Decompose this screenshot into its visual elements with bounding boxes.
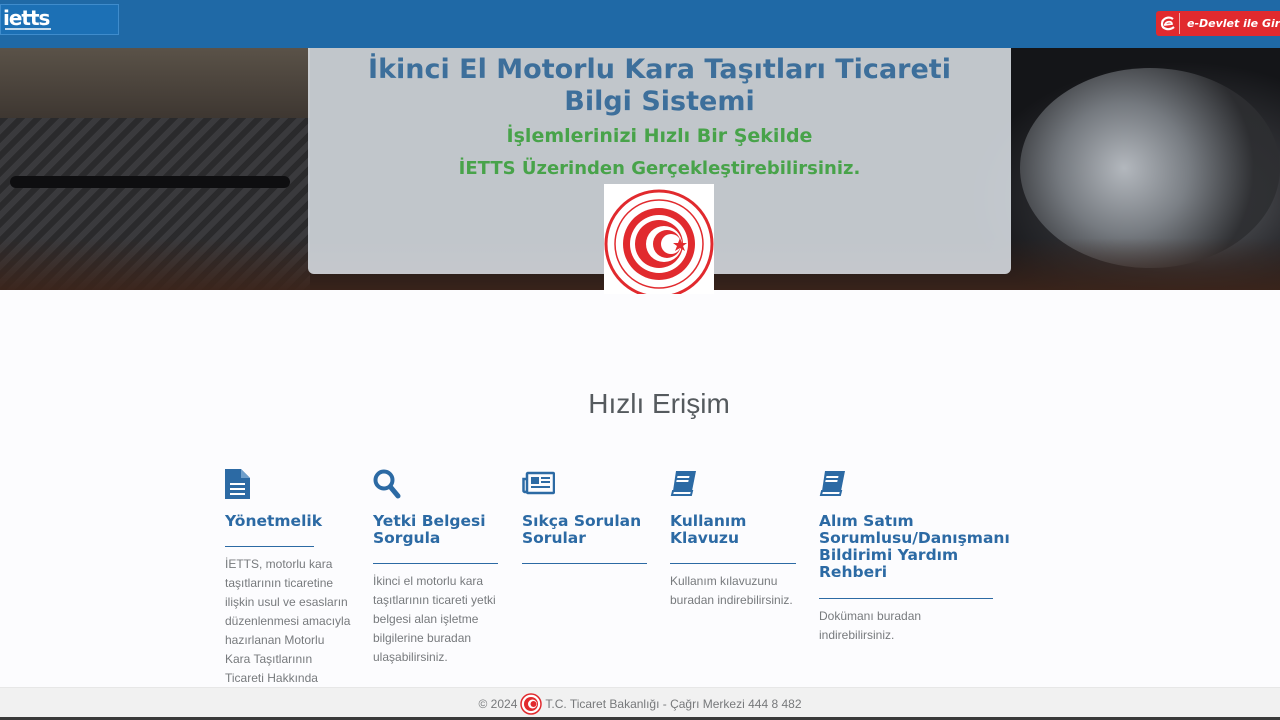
hero-bg-slot — [10, 176, 290, 188]
card-divider — [522, 563, 647, 564]
hero-subtitle-1: İşlemlerinizi Hızlı Bir Şekilde — [506, 125, 813, 147]
card-regulation[interactable]: Yönetmelik İETTS, motorlu kara taşıtları… — [225, 469, 350, 704]
book-icon — [670, 469, 700, 499]
book-icon — [819, 469, 849, 499]
document-icon — [225, 469, 255, 499]
card-divider — [819, 598, 993, 599]
edevlet-login-button[interactable]: e-Devlet ile Giriş — [1156, 11, 1280, 36]
card-description: Kullanım kılavuzunu buradan indirebilirs… — [670, 574, 793, 607]
footer-ministry-seal — [520, 693, 543, 715]
edevlet-icon — [1159, 13, 1180, 34]
card-title: Yetki Belgesi Sorgula — [373, 512, 486, 547]
card-description: İkinci el motorlu kara taşıtlarının tica… — [373, 574, 496, 664]
footer: © 2024 T.C. Ticaret Bakanlığı - Çağrı Me… — [0, 687, 1280, 720]
card-user-guide[interactable]: Kullanım Klavuzu Kullanım kılavuzunu bur… — [670, 469, 796, 607]
footer-ministry-text: T.C. Ticaret Bakanlığı - Çağrı Merkezi 4… — [545, 697, 802, 711]
card-title: Yönetmelik — [225, 512, 323, 530]
card-description: İETTS, motorlu kara taşıtlarının ticaret… — [225, 557, 351, 704]
footer-copyright: © 2024 — [478, 697, 518, 711]
hero-bg-top — [0, 48, 310, 128]
logo-tagline-bar — [5, 28, 51, 30]
card-title: Alım Satım Sorumlusu/Danışmanı Bildirimi… — [819, 512, 1010, 581]
top-navbar: ietts e-Devlet ile Giriş — [0, 0, 1280, 48]
card-trade-responsible-guide[interactable]: Alım Satım Sorumlusu/Danışmanı Bildirimi… — [819, 469, 1010, 642]
card-divider — [225, 546, 314, 547]
card-title: Kullanım Klavuzu — [670, 512, 747, 547]
card-license-query[interactable]: Yetki Belgesi Sorgula İkinci el motorlu … — [373, 469, 498, 664]
search-icon — [373, 469, 403, 499]
ministry-seal-logo — [604, 184, 714, 294]
card-divider — [373, 563, 498, 564]
card-faq[interactable]: Sıkça Sorulan Sorular — [522, 469, 647, 564]
quick-access-title: Hızlı Erişim — [588, 388, 730, 419]
edevlet-login-label: e-Devlet ile Giriş — [1187, 17, 1280, 30]
hero-subtitle-2: İETTS Üzerinden Gerçekleştirebilirsiniz. — [458, 158, 861, 179]
hero-title: İkinci El Motorlu Kara Taşıtları Ticaret… — [368, 54, 951, 117]
card-description: Dokümanı buradan indirebilirsiniz. — [819, 609, 922, 642]
newspaper-icon — [522, 469, 556, 499]
ietts-logo[interactable]: ietts — [0, 4, 119, 35]
logo-text: ietts — [3, 6, 50, 30]
card-title: Sıkça Sorulan Sorular — [522, 512, 642, 547]
card-divider — [670, 563, 796, 564]
